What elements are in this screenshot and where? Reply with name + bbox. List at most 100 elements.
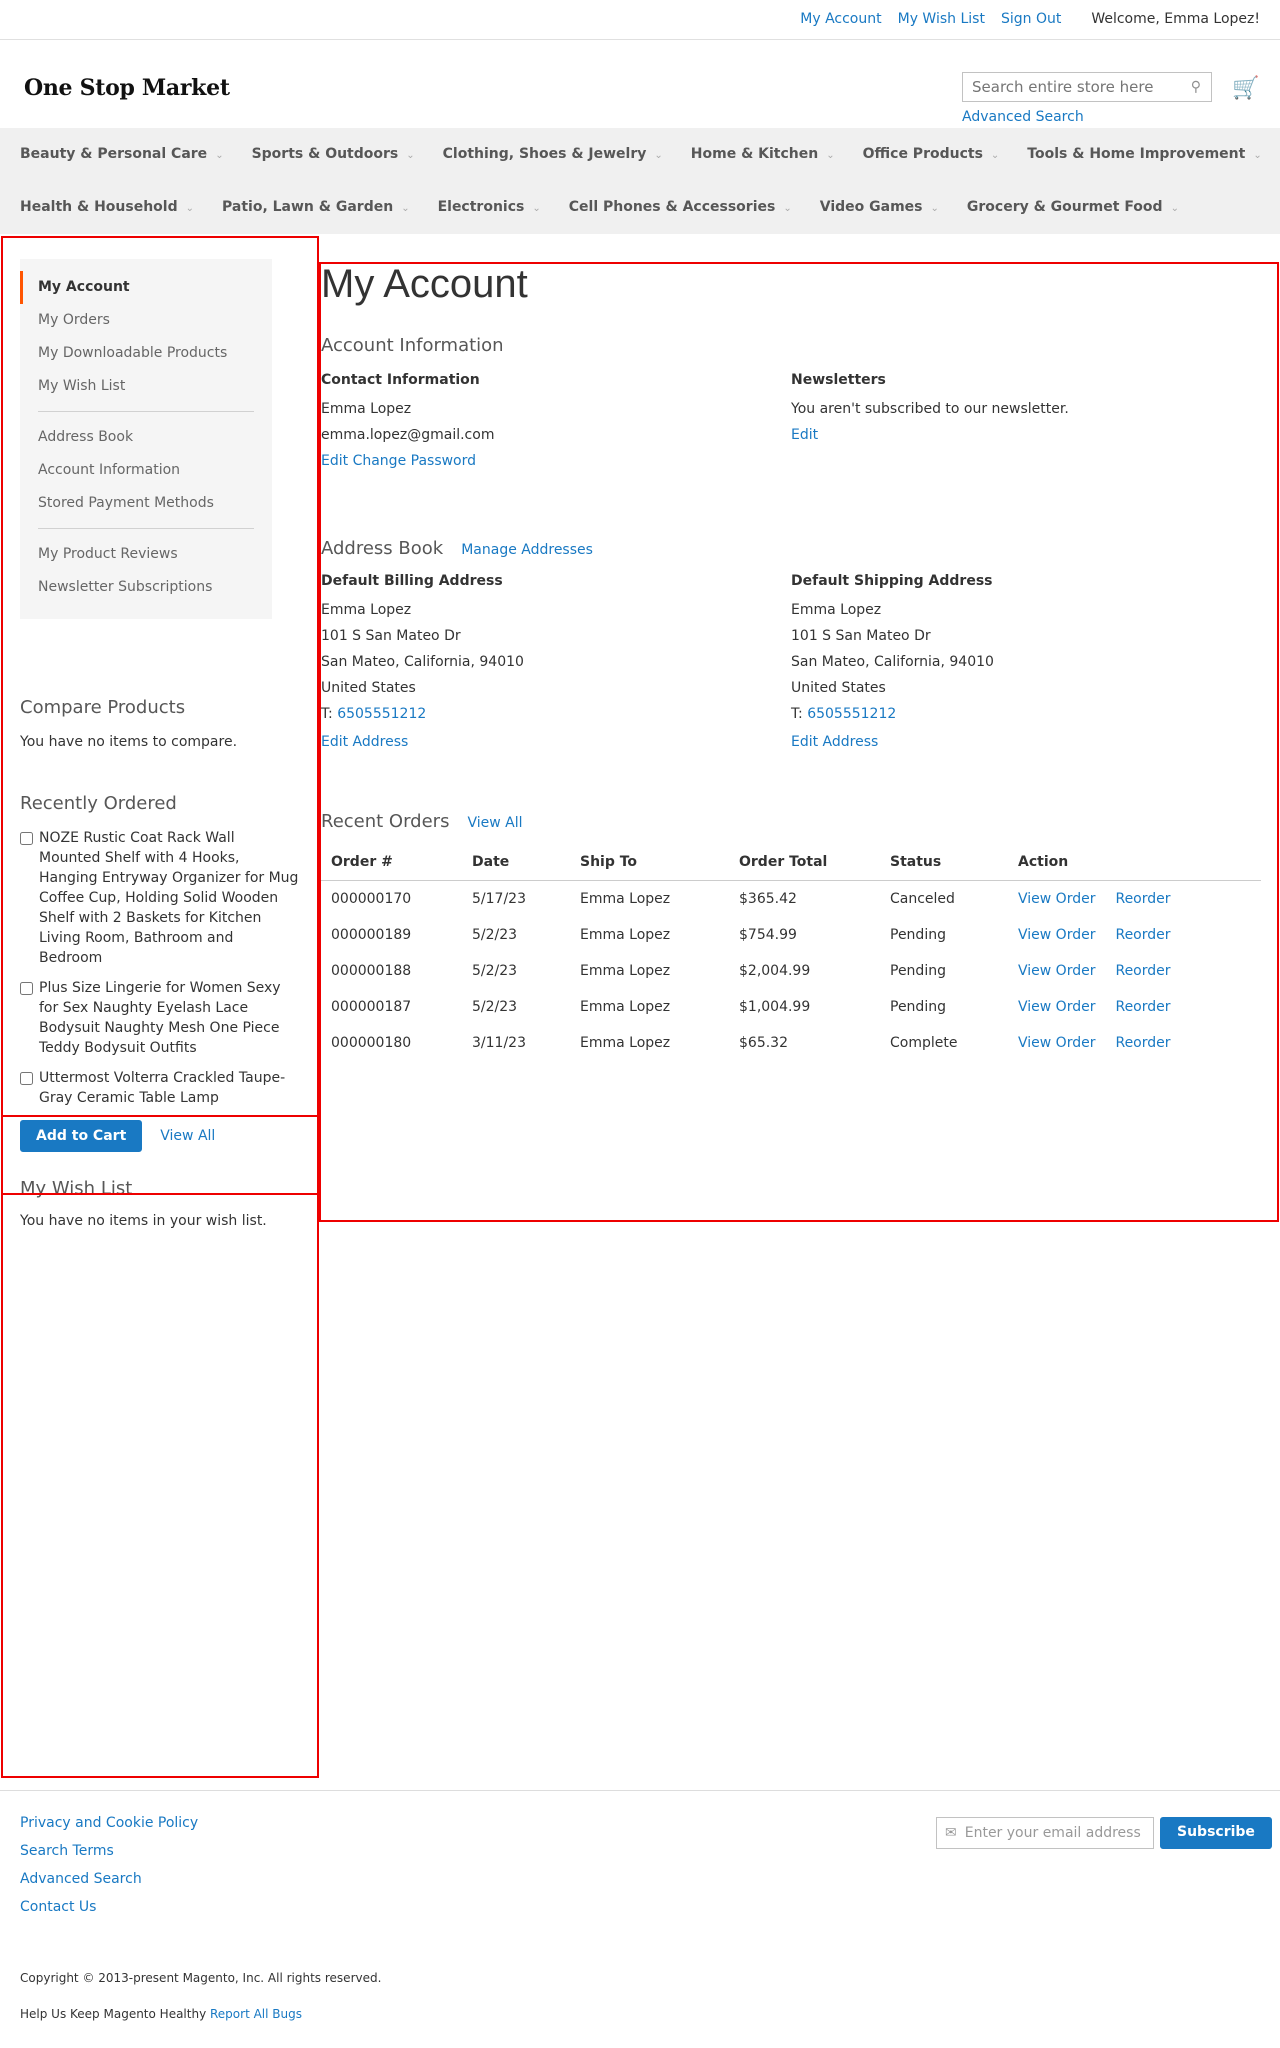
nav-item[interactable]: Beauty & Personal Care ⌄: [20, 146, 224, 162]
sidebar-item-wish-list[interactable]: My Wish List: [20, 370, 272, 403]
order-actions: View Order Reorder: [1008, 1025, 1261, 1061]
billing-country: United States: [321, 680, 416, 696]
reorder-link[interactable]: Reorder: [1115, 891, 1170, 907]
view-order-link[interactable]: View Order: [1018, 963, 1095, 979]
recently-ordered-checkbox[interactable]: [20, 1072, 33, 1085]
order-number: 000000187: [331, 999, 412, 1015]
order-date: 5/2/23: [472, 963, 518, 979]
nav-item[interactable]: Tools & Home Improvement ⌄: [1027, 146, 1261, 162]
search-input[interactable]: [963, 73, 1163, 101]
product-name[interactable]: Uttermost Volterra Crackled Taupe-Gray C…: [39, 1068, 300, 1108]
edit-contact-link[interactable]: Edit: [321, 453, 348, 469]
chevron-down-icon: ⌄: [532, 203, 541, 214]
billing-city: San Mateo, California, 94010: [321, 654, 524, 670]
nav-item[interactable]: Clothing, Shoes & Jewelry ⌄: [443, 146, 663, 162]
envelope-icon: ✉: [945, 1825, 957, 1841]
sidebar-item-address-book[interactable]: Address Book: [20, 421, 272, 454]
chevron-down-icon: ⌄: [783, 203, 792, 214]
header-top-bar: My Account My Wish List Sign Out Welcome…: [0, 0, 1280, 40]
subscribe-button[interactable]: Subscribe: [1160, 1817, 1272, 1849]
nav-item[interactable]: Cell Phones & Accessories ⌄: [569, 199, 792, 215]
sidebar-item-product-reviews[interactable]: My Product Reviews: [20, 538, 272, 571]
add-to-cart-button[interactable]: Add to Cart: [20, 1120, 143, 1152]
recently-ordered-actions: Add to Cart View All: [20, 1120, 300, 1152]
newsletters: Newsletters You aren't subscribed to our…: [791, 372, 1261, 474]
nav-item[interactable]: Grocery & Gourmet Food ⌄: [967, 199, 1179, 215]
contact-us-link[interactable]: Contact Us: [20, 1899, 96, 1915]
nav-item[interactable]: Patio, Lawn & Garden ⌄: [222, 199, 410, 215]
manage-addresses-link[interactable]: Manage Addresses: [461, 542, 593, 558]
address-book-header: Address Book Manage Addresses: [321, 538, 1261, 559]
view-all-link[interactable]: View All: [160, 1128, 215, 1144]
shipping-city: San Mateo, California, 94010: [791, 654, 994, 670]
recently-ordered-checkbox[interactable]: [20, 832, 33, 845]
billing-title: Default Billing Address: [321, 573, 503, 589]
privacy-policy-link[interactable]: Privacy and Cookie Policy: [20, 1815, 198, 1831]
edit-billing-address-link[interactable]: Edit Address: [321, 734, 408, 750]
sidebar-item-my-orders[interactable]: My Orders: [20, 304, 272, 337]
newsletter-email-field[interactable]: ✉ Enter your email address: [936, 1817, 1154, 1849]
order-ship-to: Emma Lopez: [580, 963, 671, 979]
recently-ordered-checkbox[interactable]: [20, 982, 33, 995]
table-row: 000000170 5/17/23 Emma Lopez $365.42 Can…: [321, 881, 1261, 918]
search-box: ⚲: [962, 72, 1212, 102]
order-date: 5/2/23: [472, 927, 518, 943]
phone-label: T:: [321, 706, 333, 722]
sidebar-item-my-account[interactable]: My Account: [20, 271, 272, 304]
recent-orders-header: Recent Orders View All: [321, 811, 1261, 832]
table-row: 000000180 3/11/23 Emma Lopez $65.32 Comp…: [321, 1025, 1261, 1061]
reorder-link[interactable]: Reorder: [1115, 963, 1170, 979]
nav-item[interactable]: Video Games ⌄: [820, 199, 939, 215]
nav-item[interactable]: Electronics ⌄: [438, 199, 541, 215]
reorder-link[interactable]: Reorder: [1115, 927, 1170, 943]
view-order-link[interactable]: View Order: [1018, 891, 1095, 907]
order-number: 000000189: [331, 927, 412, 943]
billing-phone-link[interactable]: 6505551212: [337, 706, 426, 722]
header-links: My Account My Wish List Sign Out Welcome…: [800, 11, 1260, 27]
view-order-link[interactable]: View Order: [1018, 927, 1095, 943]
view-all-orders-link[interactable]: View All: [467, 815, 522, 831]
newsletter-form: ✉ Enter your email address Subscribe: [936, 1817, 1272, 1849]
my-account-link[interactable]: My Account: [800, 11, 881, 27]
product-name[interactable]: Plus Size Lingerie for Women Sexy for Se…: [39, 978, 300, 1058]
order-total: $65.32: [739, 1035, 788, 1051]
edit-shipping-address-link[interactable]: Edit Address: [791, 734, 878, 750]
wish-list-block: My Wish List You have no items in your w…: [20, 1178, 300, 1229]
sidebar-item-account-information[interactable]: Account Information: [20, 454, 272, 487]
phone-label: T:: [791, 706, 803, 722]
reorder-link[interactable]: Reorder: [1115, 999, 1170, 1015]
advanced-search-link[interactable]: Advanced Search: [962, 109, 1084, 125]
sidebar-item-stored-payment-methods[interactable]: Stored Payment Methods: [20, 487, 272, 520]
default-shipping-address: Default Shipping Address Emma Lopez 101 …: [791, 573, 1261, 755]
shipping-name: Emma Lopez: [791, 602, 882, 618]
recently-ordered-item: Uttermost Volterra Crackled Taupe-Gray C…: [20, 1068, 300, 1108]
my-wish-list-link[interactable]: My Wish List: [898, 11, 985, 27]
contact-actions: Edit Change Password: [321, 448, 791, 474]
search-icon[interactable]: ⚲: [1191, 79, 1201, 95]
nav-item[interactable]: Home & Kitchen ⌄: [691, 146, 835, 162]
nav-item[interactable]: Health & Household ⌄: [20, 199, 194, 215]
cart-icon[interactable]: 🛒: [1232, 76, 1259, 101]
nav-item[interactable]: Office Products ⌄: [863, 146, 1000, 162]
report-bugs-link[interactable]: Report All Bugs: [210, 2007, 302, 2021]
store-logo[interactable]: One Stop Market: [24, 75, 230, 101]
sidebar-item-newsletter-subscriptions[interactable]: Newsletter Subscriptions: [20, 571, 272, 604]
search-terms-link[interactable]: Search Terms: [20, 1843, 114, 1859]
change-password-link[interactable]: Change Password: [353, 453, 476, 469]
column-header: Action: [1008, 854, 1261, 881]
divider: [38, 411, 254, 412]
category-navigation: Beauty & Personal Care ⌄ Sports & Outdoor…: [0, 128, 1280, 234]
reorder-link[interactable]: Reorder: [1115, 1035, 1170, 1051]
product-name[interactable]: NOZE Rustic Coat Rack Wall Mounted Shelf…: [39, 828, 300, 968]
sidebar-item-downloadable-products[interactable]: My Downloadable Products: [20, 337, 272, 370]
advanced-search-footer-link[interactable]: Advanced Search: [20, 1871, 142, 1887]
recent-orders-title: Recent Orders: [321, 811, 450, 832]
view-order-link[interactable]: View Order: [1018, 999, 1095, 1015]
edit-newsletters-link[interactable]: Edit: [791, 427, 818, 443]
shipping-phone-link[interactable]: 6505551212: [807, 706, 896, 722]
nav-item[interactable]: Sports & Outdoors ⌄: [252, 146, 415, 162]
view-order-link[interactable]: View Order: [1018, 1035, 1095, 1051]
contact-information: Contact Information Emma Lopez emma.lope…: [321, 372, 791, 474]
table-row: 000000188 5/2/23 Emma Lopez $2,004.99 Pe…: [321, 953, 1261, 989]
sign-out-link[interactable]: Sign Out: [1001, 11, 1061, 27]
